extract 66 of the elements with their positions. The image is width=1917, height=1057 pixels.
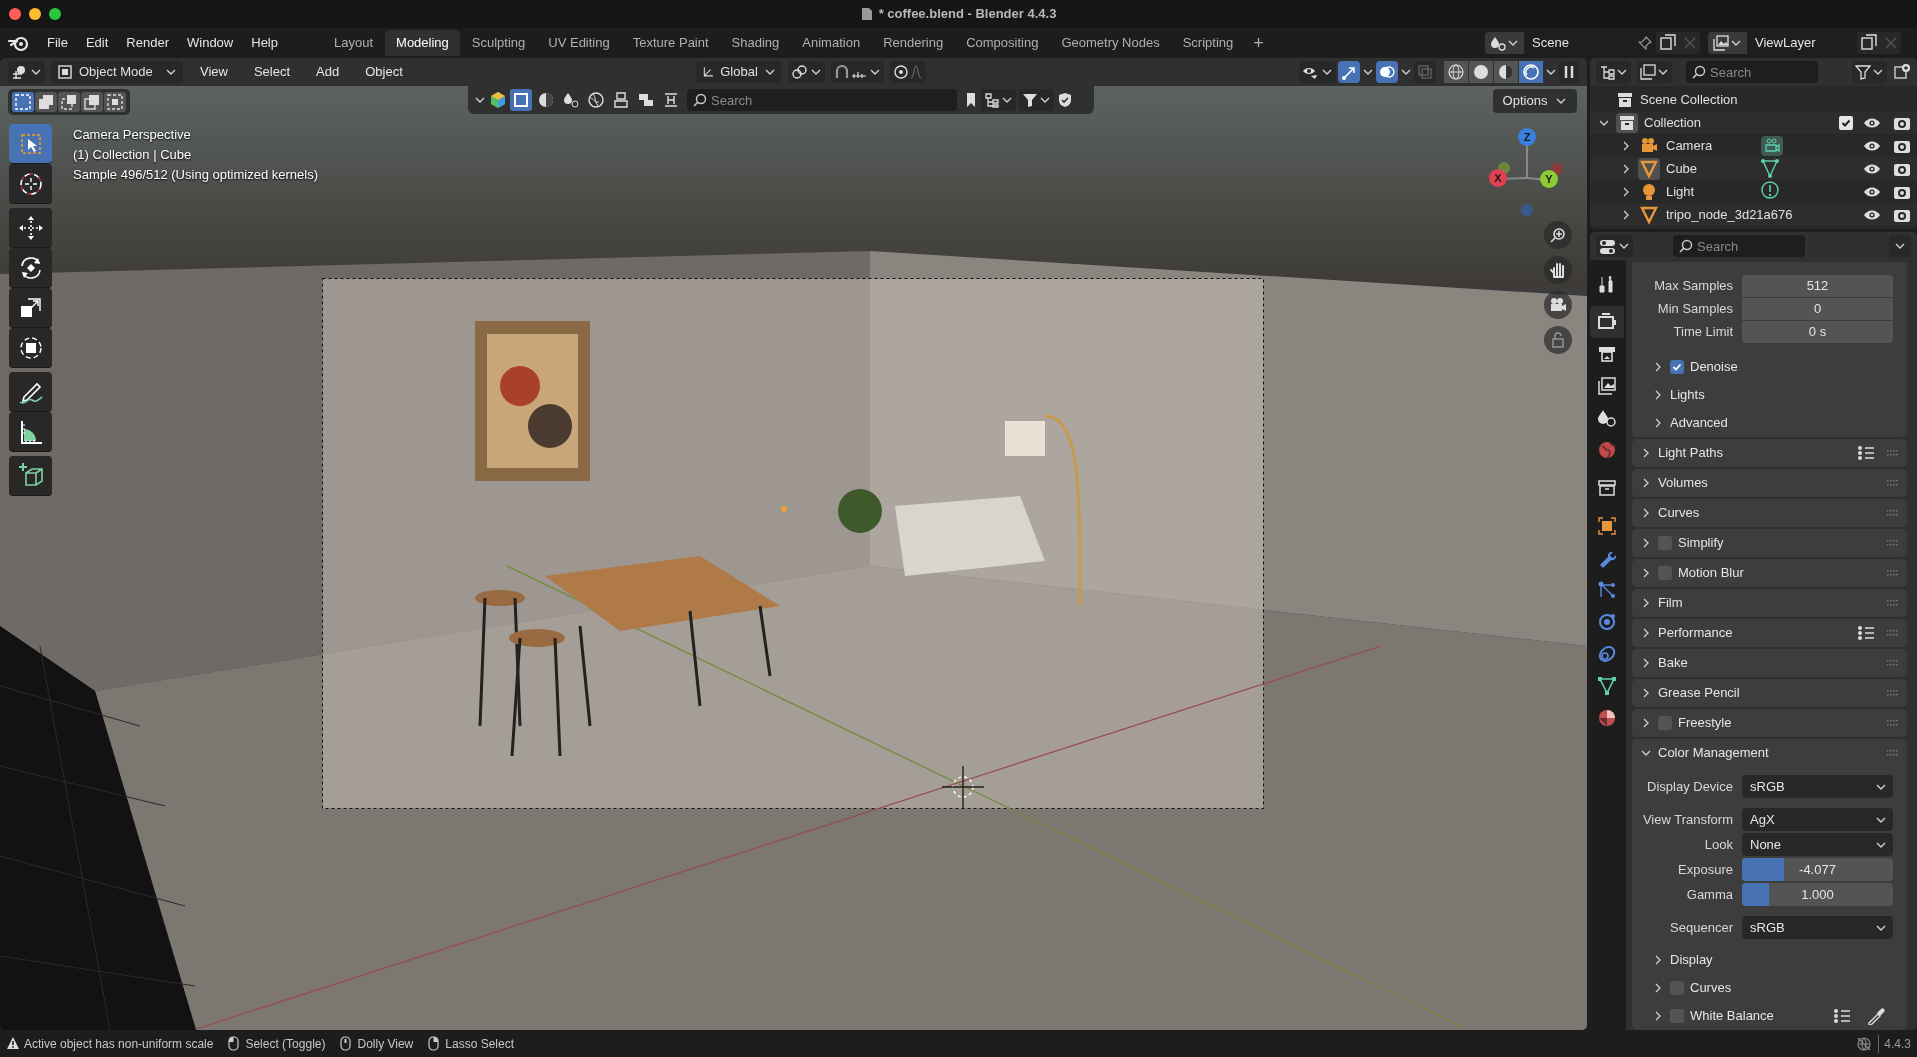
status-text: Select (Toggle): [245, 1035, 326, 1053]
search-field[interactable]: Search: [1673, 235, 1805, 257]
dropdown[interactable]: AgX: [1742, 808, 1893, 831]
name-field[interactable]: Scene: [1524, 32, 1656, 54]
workspace-tab[interactable]: Animation: [791, 30, 872, 56]
field-label: Max Samples: [1653, 276, 1734, 295]
menu-item[interactable]: Select: [244, 61, 300, 83]
number-field[interactable]: 0: [1742, 298, 1893, 320]
field-label: Exposure: [1677, 860, 1734, 879]
subpanel-title[interactable]: Advanced: [1670, 413, 1899, 433]
workspace-tab[interactable]: Layout: [323, 30, 385, 56]
dropdown[interactable]: sRGB: [1742, 916, 1893, 939]
number-field[interactable]: 512: [1742, 274, 1893, 297]
subpanel-title[interactable]: Display: [1670, 950, 1899, 970]
field-label: Time Limit: [1672, 322, 1734, 341]
field-label: Sequencer: [1669, 918, 1734, 937]
subpanel-title[interactable]: Lights: [1670, 385, 1899, 405]
menu-item[interactable]: Edit: [76, 31, 118, 55]
orientation-dropdown[interactable]: Global: [695, 61, 782, 83]
workspace-tab[interactable]: Modeling: [385, 30, 460, 56]
name-field[interactable]: ViewLayer: [1747, 32, 1857, 54]
options-dropdown[interactable]: Options: [1493, 89, 1577, 113]
tree-item[interactable]: Light: [1666, 181, 1746, 202]
tree-item[interactable]: Camera: [1666, 135, 1746, 156]
dropdown[interactable]: None: [1742, 833, 1893, 856]
add-workspace-button[interactable]: +: [1245, 30, 1272, 56]
workspace-tab[interactable]: Compositing: [955, 30, 1050, 56]
subpanel-title[interactable]: White Balance: [1690, 1006, 1827, 1026]
menu-item[interactable]: File: [38, 31, 77, 55]
dropdown[interactable]: sRGB: [1742, 775, 1893, 798]
field-label: Min Samples: [1656, 299, 1734, 318]
slider[interactable]: 1.000: [1742, 883, 1893, 906]
menu-item[interactable]: Window: [178, 31, 243, 55]
menu-item[interactable]: Add: [307, 61, 349, 83]
status-text: Dolly View: [357, 1035, 414, 1053]
field-label: View Transform: [1641, 810, 1734, 829]
status-text: Active object has non-uniform scale: [24, 1035, 214, 1053]
number-field[interactable]: 0 s: [1742, 321, 1893, 343]
workspace-tab[interactable]: Scripting: [1171, 30, 1245, 56]
viewport-info-text: (1) Collection | Cube: [73, 146, 193, 163]
status-text: Lasso Select: [445, 1035, 514, 1053]
workspace-tab[interactable]: Shading: [720, 30, 791, 56]
search-field[interactable]: Search: [1686, 61, 1818, 83]
field-label: Display Device: [1646, 777, 1734, 796]
window-title: * coffee.blend - Blender 4.4.3: [878, 5, 1057, 24]
search-field[interactable]: Search: [687, 89, 957, 111]
field-label: Look: [1703, 835, 1734, 854]
viewport-info-text: Camera Perspective: [73, 126, 192, 143]
viewport-info-text: Sample 496/512 (Using optimized kernels): [73, 166, 318, 183]
workspace-tab[interactable]: Sculpting: [460, 30, 537, 56]
slider[interactable]: -4.077: [1742, 858, 1893, 881]
workspace-tab[interactable]: Texture Paint: [621, 30, 720, 56]
workspace-tab[interactable]: Rendering: [872, 30, 955, 56]
tree-item[interactable]: Scene Collection: [1640, 89, 1738, 110]
menu-item[interactable]: Help: [242, 31, 287, 55]
menu-item[interactable]: View: [191, 61, 237, 83]
field-label: Gamma: [1685, 885, 1734, 904]
workspace-tab[interactable]: Geometry Nodes: [1050, 30, 1171, 56]
subpanel-title[interactable]: Curves: [1690, 978, 1899, 998]
workspace-tab[interactable]: UV Editing: [537, 30, 621, 56]
version-text: 4.4.3: [1878, 1034, 1911, 1053]
menu-item[interactable]: Object: [356, 61, 412, 83]
mode-dropdown[interactable]: Object Mode: [51, 61, 183, 83]
subpanel-title[interactable]: Denoise: [1690, 357, 1899, 377]
panel-title[interactable]: Color Management: [1658, 743, 1881, 763]
menu-item[interactable]: Render: [117, 31, 178, 55]
